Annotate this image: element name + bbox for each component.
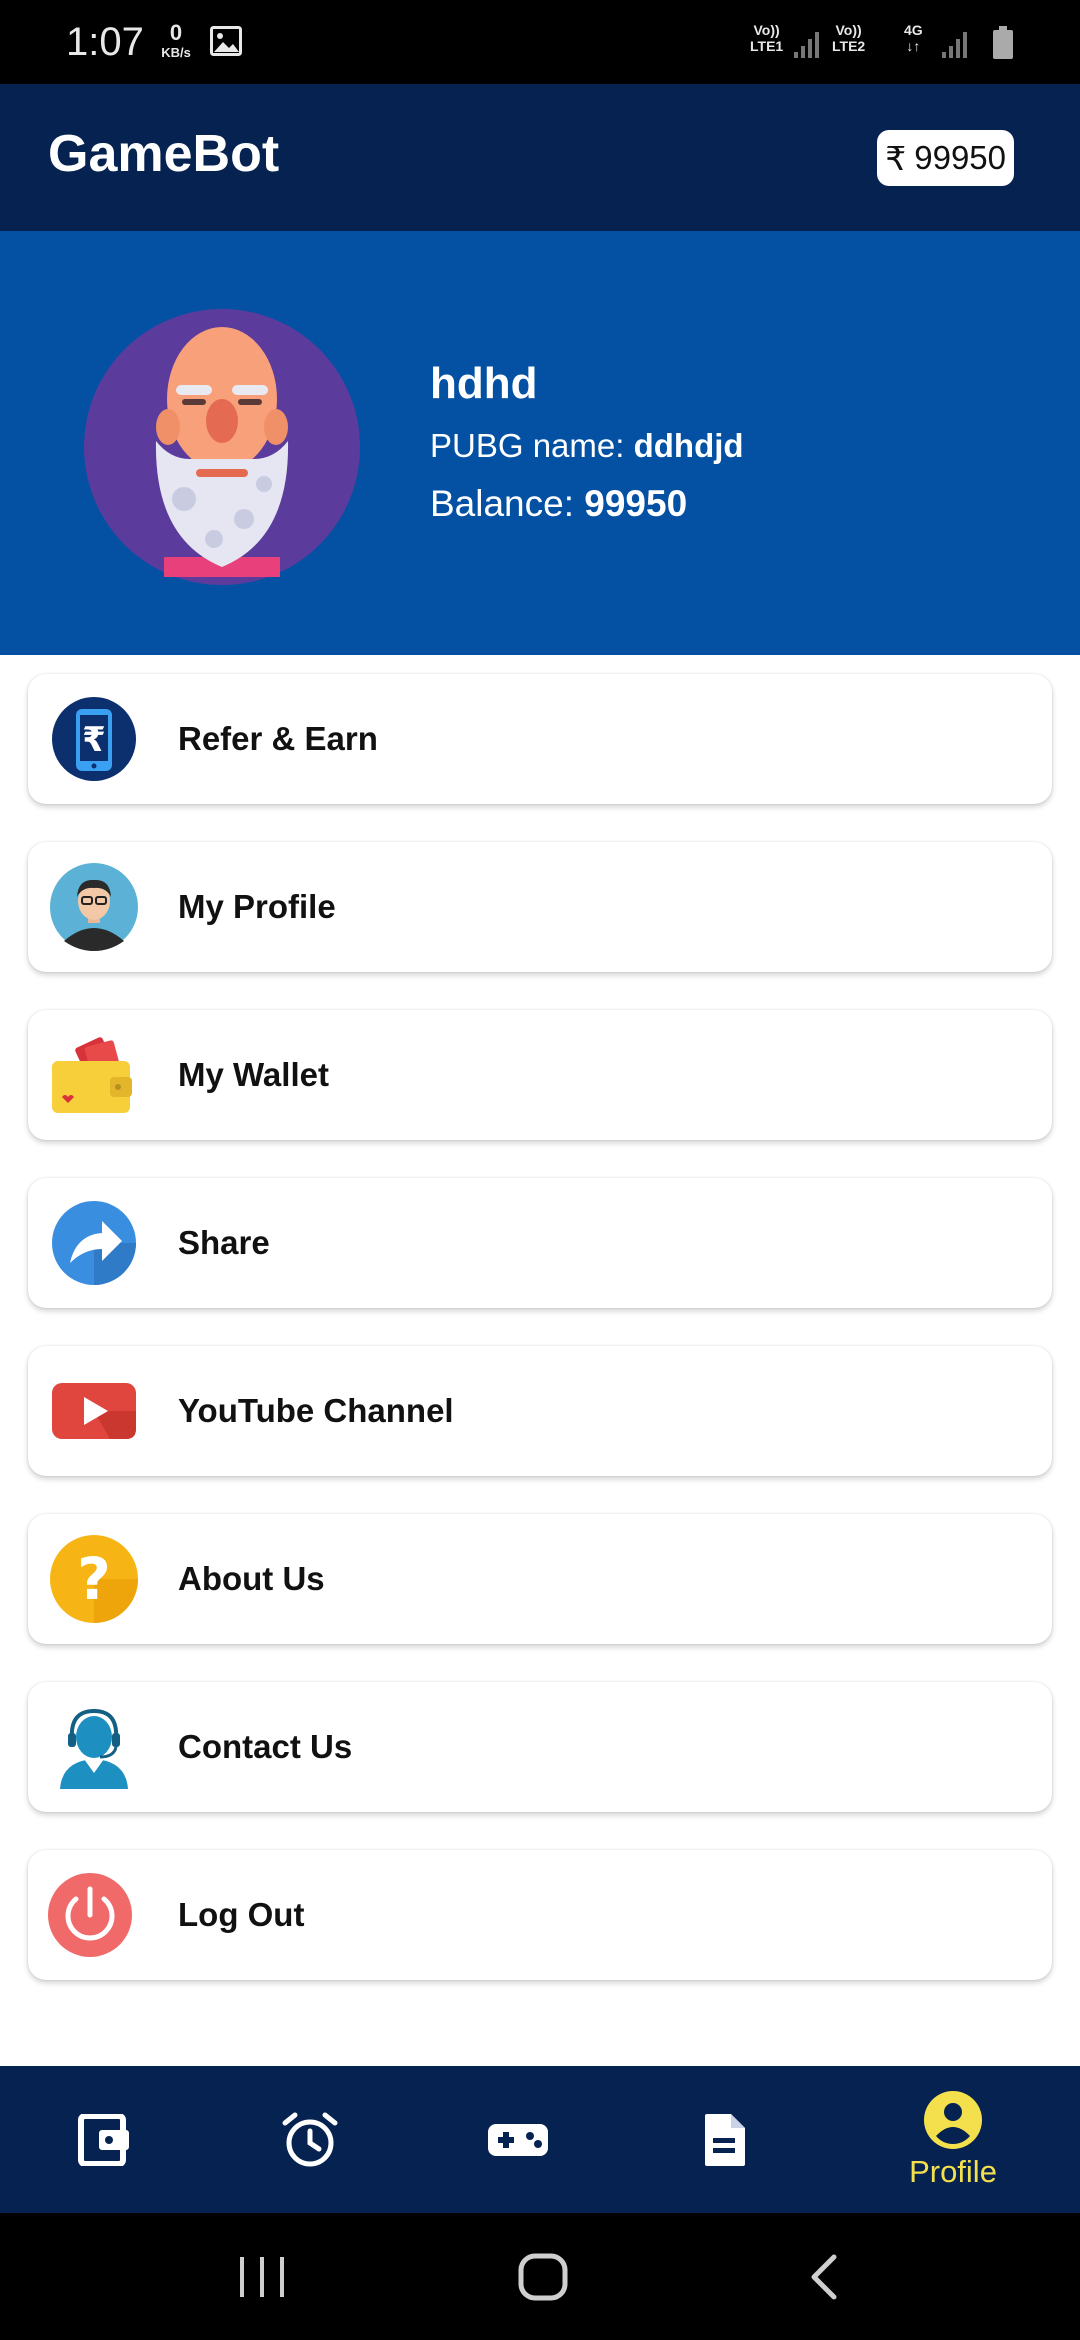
signal-bars-icon xyxy=(942,32,967,58)
bottom-navigation: Profile xyxy=(0,2066,1080,2213)
balance-chip[interactable]: ₹ 99950 xyxy=(877,130,1014,186)
nav-profile-label: Profile xyxy=(909,2153,997,2189)
power-icon xyxy=(48,1873,132,1957)
menu-item-label: My Wallet xyxy=(178,1056,329,1093)
alarm-clock-icon xyxy=(282,2112,338,2166)
menu-item-share[interactable]: Share xyxy=(28,1178,1052,1308)
svg-text:₹: ₹ xyxy=(82,720,106,760)
app-bar: GameBot ₹ 99950 xyxy=(0,84,1080,231)
menu-item-my-profile[interactable]: My Profile xyxy=(28,842,1052,972)
menu-item-label: Contact Us xyxy=(178,1728,353,1765)
balance-value: 99950 xyxy=(584,483,688,524)
network-speed: 0 KB/s xyxy=(161,20,191,60)
status-time: 1:07 xyxy=(66,20,144,64)
sim1-label: Vo)) LTE1 xyxy=(750,22,784,54)
menu-item-about-us[interactable]: ? About Us xyxy=(28,1514,1052,1644)
nav-profile[interactable]: Profile xyxy=(890,2066,1016,2213)
back-icon[interactable] xyxy=(808,2253,838,2301)
app-title: GameBot xyxy=(48,125,280,183)
menu-item-label: Refer & Earn xyxy=(178,720,378,757)
menu-item-youtube-channel[interactable]: YouTube Channel xyxy=(28,1346,1052,1476)
pubg-name-line: PUBG name: ddhdjd xyxy=(430,427,744,464)
menu-item-log-out[interactable]: Log Out xyxy=(28,1850,1052,1980)
question-icon: ? xyxy=(50,1535,138,1623)
profile-menu: ₹ Refer & Earn My Profile My Wallet Shar… xyxy=(28,674,1052,2018)
nav-schedule[interactable] xyxy=(270,2066,350,2213)
home-icon[interactable] xyxy=(518,2253,568,2301)
recent-apps-icon[interactable] xyxy=(238,2257,286,2297)
avatar xyxy=(84,309,360,585)
document-icon xyxy=(705,2113,745,2166)
profile-username: hdhd xyxy=(430,359,538,408)
menu-item-contact-us[interactable]: Contact Us xyxy=(28,1682,1052,1812)
menu-item-refer-earn[interactable]: ₹ Refer & Earn xyxy=(28,674,1052,804)
share-icon xyxy=(52,1201,136,1285)
user-avatar-icon xyxy=(50,863,138,951)
balance-amount: 99950 xyxy=(914,139,1006,176)
gamepad-icon xyxy=(488,2123,548,2156)
headset-support-icon xyxy=(60,1708,128,1789)
profile-icon xyxy=(924,2090,982,2149)
status-bar: 1:07 0 KB/s Vo)) LTE1 Vo)) LTE2 4G ↓↑ xyxy=(0,0,1080,84)
sim2-label: Vo)) LTE2 xyxy=(832,22,866,54)
menu-item-label: Share xyxy=(178,1224,270,1261)
wallet-icon xyxy=(78,2113,129,2166)
menu-item-label: YouTube Channel xyxy=(178,1392,454,1429)
balance-line: Balance: 99950 xyxy=(430,483,688,524)
menu-item-label: My Profile xyxy=(178,888,336,925)
gallery-notification-icon xyxy=(210,26,242,61)
rupee-icon: ₹ xyxy=(885,139,907,177)
profile-header: hdhd PUBG name: ddhdjd Balance: 99950 xyxy=(0,231,1080,655)
network-type: 4G ↓↑ xyxy=(904,22,923,54)
signal-bars-icon xyxy=(794,32,819,58)
rupee-phone-icon: ₹ xyxy=(52,697,136,781)
pubg-name-value: ddhdjd xyxy=(633,427,744,464)
system-navigation-bar xyxy=(0,2213,1080,2340)
nav-games[interactable] xyxy=(478,2066,558,2213)
menu-item-label: About Us xyxy=(178,1560,325,1597)
nav-results[interactable] xyxy=(684,2066,764,2213)
menu-item-label: Log Out xyxy=(178,1896,305,1933)
battery-icon xyxy=(993,26,1013,59)
svg-text:?: ? xyxy=(77,1545,111,1613)
wallet-icon xyxy=(52,1037,132,1113)
menu-item-my-wallet[interactable]: My Wallet xyxy=(28,1010,1052,1140)
nav-wallet[interactable] xyxy=(64,2066,144,2213)
youtube-icon xyxy=(52,1383,136,1439)
